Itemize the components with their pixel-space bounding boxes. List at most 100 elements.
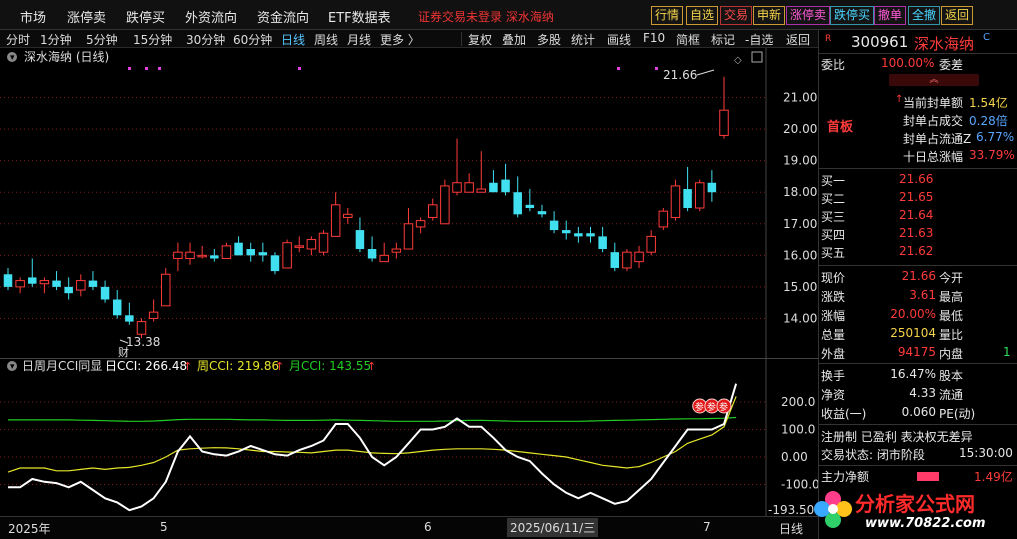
tool-draw-line[interactable]: 画线 — [607, 31, 631, 48]
bid-row[interactable]: 买五 21.62 — [819, 244, 1017, 262]
tool-mark[interactable]: 标记 — [711, 31, 735, 48]
cci-chart[interactable]: 200.0100.00.00-100.0-193.50 参参参 ▾ 日周月CCI… — [0, 358, 818, 516]
tool-back[interactable]: 返回 — [786, 31, 810, 48]
candle-body[interactable] — [476, 188, 487, 193]
candle-body[interactable] — [64, 286, 73, 294]
candle-body[interactable] — [683, 189, 692, 208]
candle-body[interactable] — [294, 245, 305, 248]
candle-body[interactable] — [694, 182, 705, 209]
menu-fund-flow[interactable]: 资金流向 — [257, 7, 309, 26]
cancel-all-button[interactable]: 全撤 — [908, 6, 941, 25]
candle-body[interactable] — [586, 233, 595, 237]
candle-body[interactable] — [513, 192, 522, 215]
tool-overlay[interactable]: 叠加 — [502, 31, 526, 48]
ipo-button[interactable]: 申新 — [753, 6, 786, 25]
candle-body[interactable] — [258, 252, 268, 256]
candle-body[interactable] — [76, 280, 86, 291]
candle-body[interactable] — [330, 204, 341, 237]
menu-limit-down-buy[interactable]: 跌停买 — [126, 7, 165, 26]
candle-body[interactable] — [464, 182, 474, 193]
tool-adjust[interactable]: 复权 — [468, 31, 492, 48]
candle-body[interactable] — [136, 321, 147, 335]
bid-row[interactable]: 买四 21.63 — [819, 226, 1017, 244]
candle-body[interactable] — [100, 286, 110, 300]
trade-button[interactable]: 交易 — [720, 6, 753, 25]
candle-body[interactable] — [403, 223, 414, 250]
event-marker[interactable] — [128, 67, 131, 70]
candle-body[interactable] — [574, 233, 583, 237]
candle-body[interactable] — [707, 182, 717, 193]
quote-button[interactable]: 行情 — [651, 6, 684, 25]
candle-body[interactable] — [343, 213, 353, 218]
event-marker[interactable] — [145, 67, 148, 70]
bid-row[interactable]: 买三 21.64 — [819, 208, 1017, 226]
tf-monthly[interactable]: 月线 — [347, 31, 371, 48]
tf-daily[interactable]: 日线 — [281, 31, 305, 48]
diamond-icon[interactable]: ◇ — [734, 55, 742, 66]
menu-limit-up-sell[interactable]: 涨停卖 — [67, 7, 106, 26]
bid-row[interactable]: 买一 21.66 — [819, 172, 1017, 190]
tool-simple-frame[interactable]: 简框 — [676, 31, 700, 48]
menu-etf-table[interactable]: ETF数据表 — [328, 7, 391, 26]
candle-body[interactable] — [367, 249, 377, 259]
login-status[interactable]: 证券交易未登录 深水海纳 — [418, 8, 554, 25]
collapse-toggle-icon[interactable]: ︽ — [889, 74, 979, 86]
tool-remove-watch[interactable]: -自选 — [745, 31, 773, 48]
candle-body[interactable] — [173, 251, 183, 259]
candle-body[interactable] — [15, 280, 25, 288]
tf-1min[interactable]: 1分钟 — [40, 31, 72, 48]
candle-body[interactable] — [525, 204, 535, 208]
menu-market[interactable]: 市场 — [20, 7, 46, 26]
candle-body[interactable] — [112, 299, 122, 316]
candle-body[interactable] — [282, 242, 292, 269]
tool-stats[interactable]: 统计 — [571, 31, 595, 48]
candle-body[interactable] — [598, 236, 607, 250]
candle-body[interactable] — [379, 254, 389, 263]
candle-body[interactable] — [197, 254, 207, 258]
tf-weekly[interactable]: 周线 — [314, 31, 338, 48]
candle-body[interactable] — [125, 315, 134, 322]
candle-body[interactable] — [610, 252, 620, 268]
period-label[interactable]: 日线 — [779, 520, 803, 537]
candle-body[interactable] — [39, 280, 50, 285]
watchlist-button[interactable]: 自选 — [686, 6, 719, 25]
bid-row[interactable]: 买二 21.65 — [819, 190, 1017, 208]
candle-body[interactable] — [148, 311, 159, 319]
tool-multi-stock[interactable]: 多股 — [537, 31, 561, 48]
candle-body[interactable] — [440, 185, 450, 225]
event-marker[interactable] — [158, 67, 161, 70]
candle-body[interactable] — [658, 210, 669, 228]
tf-15min[interactable]: 15分钟 — [133, 31, 172, 48]
window-box-icon[interactable] — [751, 51, 763, 63]
event-marker[interactable] — [655, 67, 658, 70]
tf-30min[interactable]: 30分钟 — [186, 31, 225, 48]
candle-body[interactable] — [415, 220, 426, 228]
limit-down-buy-button[interactable]: 跌停买 — [830, 6, 875, 25]
candle-body[interactable] — [234, 242, 243, 256]
event-marker[interactable] — [617, 67, 620, 70]
candle-body[interactable] — [185, 251, 195, 259]
candle-body[interactable] — [646, 235, 656, 253]
candle-body[interactable] — [622, 251, 632, 269]
candle-body[interactable] — [391, 248, 402, 253]
candle-body[interactable] — [427, 204, 438, 218]
menu-foreign-flow[interactable]: 外资流向 — [185, 7, 237, 26]
candle-body[interactable] — [634, 251, 644, 263]
candle-body[interactable] — [210, 255, 219, 259]
candle-body[interactable] — [246, 249, 255, 256]
candle-body[interactable] — [355, 230, 365, 250]
candle-body[interactable] — [501, 179, 510, 193]
candle-body[interactable] — [318, 232, 329, 253]
candle-body[interactable] — [537, 211, 547, 215]
event-marker[interactable] — [298, 67, 301, 70]
candle-body[interactable] — [52, 280, 61, 287]
candle-body[interactable] — [561, 230, 571, 234]
candle-body[interactable] — [221, 245, 232, 259]
cancel-order-button[interactable]: 撤单 — [874, 6, 907, 25]
candle-body[interactable] — [719, 109, 729, 136]
limit-up-sell-button[interactable]: 涨停卖 — [786, 6, 831, 25]
tf-intraday[interactable]: 分时 — [6, 31, 30, 48]
candle-body[interactable] — [489, 182, 498, 193]
tf-60min[interactable]: 60分钟 — [233, 31, 272, 48]
price-chart[interactable]: 21.00 20.00 19.00 18.00 17.00 16.00 15.00 14.00… — [0, 48, 818, 358]
